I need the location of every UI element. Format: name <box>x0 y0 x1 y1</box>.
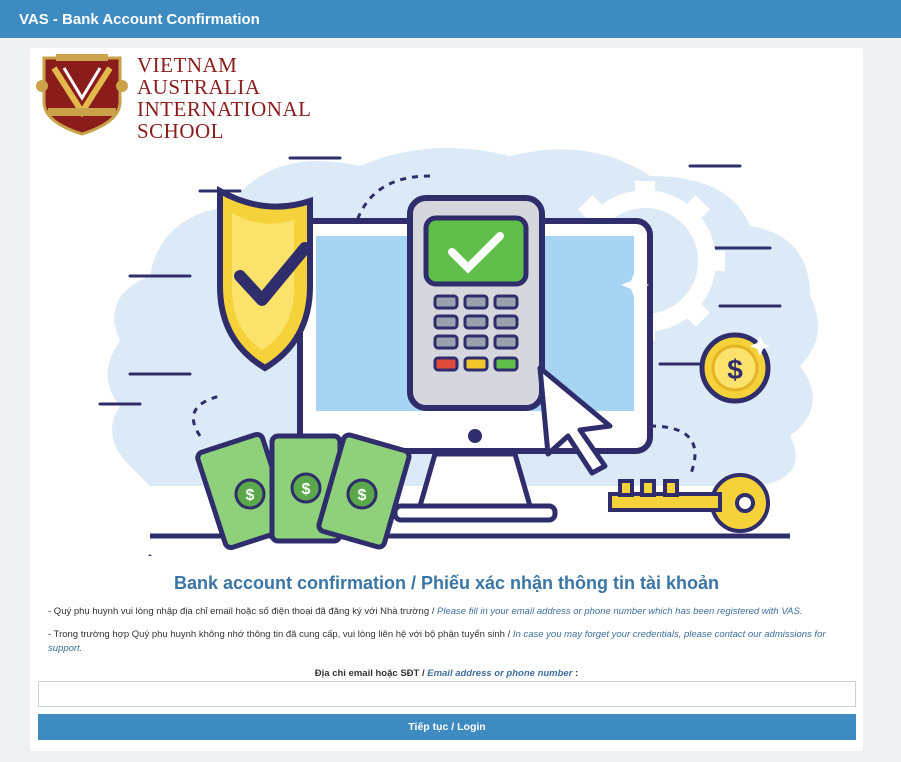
page-heading: Bank account confirmation / Phiếu xác nh… <box>173 573 720 593</box>
login-button[interactable]: Tiếp tục / Login <box>38 714 856 740</box>
school-name-line: AUSTRALIA <box>137 75 261 99</box>
school-logo: VIETNAM AUSTRALIA INTERNATIONAL SCHOOL <box>34 52 311 142</box>
note-english: Please fill in your email address or pho… <box>437 606 803 617</box>
window-titlebar: VAS - Bank Account Confirmation <box>0 0 901 38</box>
window-title: VAS - Bank Account Confirmation <box>19 10 260 28</box>
label-vietnamese: Địa chỉ email hoặc SĐT / <box>314 668 428 679</box>
school-name: VIETNAM AUSTRALIA INTERNATIONAL SCHOOL <box>137 54 311 142</box>
bank-payment-illustration: $ $ $ $ <box>98 148 818 556</box>
svg-text:$: $ <box>302 481 311 498</box>
main-card: VIETNAM AUSTRALIA INTERNATIONAL SCHOOL $… <box>30 48 863 751</box>
label-suffix: : <box>572 668 579 679</box>
school-name-line: VIETNAM <box>137 53 238 77</box>
note-vietnamese: - Trong trường hợp Quý phụ huynh không n… <box>48 629 513 640</box>
school-name-line: INTERNATIONAL <box>137 97 312 121</box>
note-vietnamese: - Quý phụ huynh vui lòng nhập địa chỉ em… <box>48 606 438 617</box>
svg-text:$: $ <box>358 487 367 504</box>
svg-text:$: $ <box>246 487 255 504</box>
svg-text:$: $ <box>727 354 743 385</box>
instruction-note-support: - Trong trường hợp Quý phụ huynh không n… <box>48 628 838 656</box>
instruction-note-email: - Quý phụ huynh vui lòng nhập địa chỉ em… <box>48 605 838 619</box>
email-field-label: Địa chỉ email hoặc SĐT / Email address o… <box>30 668 863 679</box>
label-english: Email address or phone number <box>427 668 573 679</box>
email-or-phone-input[interactable] <box>38 681 856 707</box>
school-crest-icon <box>36 54 128 136</box>
